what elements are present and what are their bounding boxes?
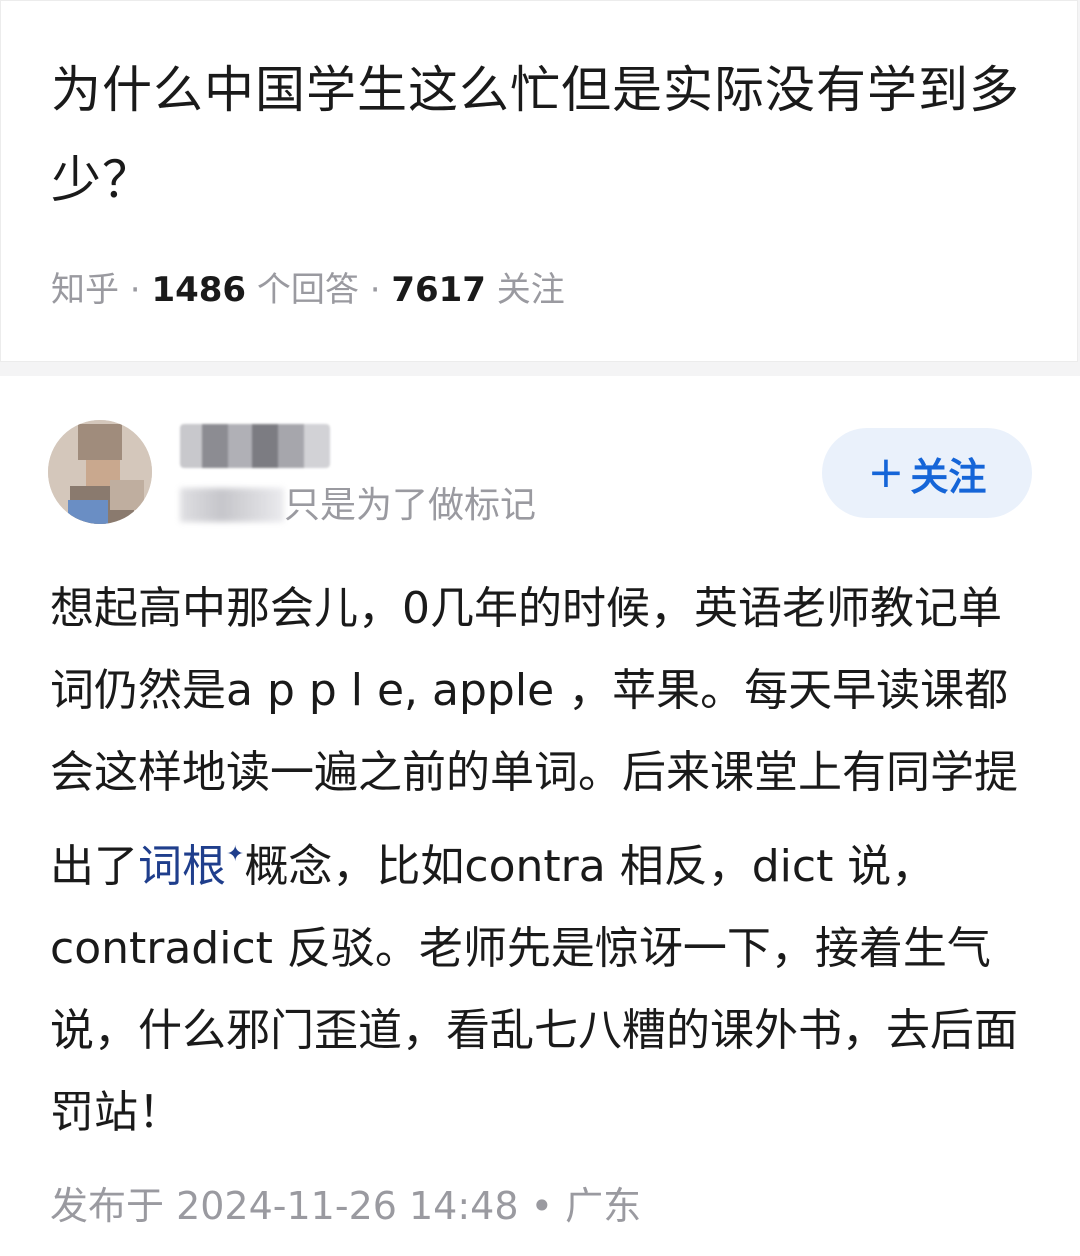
keyword-link-root[interactable]: 词根 [138,841,226,892]
source-label: 知乎 [51,270,119,310]
follower-count-label: 关注 [485,270,565,310]
question-title[interactable]: 为什么中国学生这么忙但是实际没有学到多少？ [51,45,1031,225]
meta-separator: · [358,270,392,310]
author-bio-redacted [180,488,284,522]
author-name[interactable] [180,424,330,468]
publish-info: 发布于 2024-11-26 14:48 • 广东 [50,1184,642,1228]
answer-count: 1486 [151,270,247,310]
follow-button[interactable]: + 关注 [822,428,1032,518]
zhihu-answer-page: 为什么中国学生这么忙但是实际没有学到多少？ 知乎 · 1486 个回答 · 76… [0,0,1080,1256]
follower-count: 7617 [391,270,486,310]
answer-body: 想起高中那会儿，0几年的时候，英语老师教记单词仍然是a p p l e, app… [50,568,1032,1154]
question-card[interactable]: 为什么中国学生这么忙但是实际没有学到多少？ 知乎 · 1486 个回答 · 76… [0,0,1078,362]
author-bio-text: 只是为了做标记 [284,485,537,526]
answer-count-label: 个回答 [246,270,359,310]
question-meta: 知乎 · 1486 个回答 · 7617 关注 [51,267,565,313]
meta-separator: · [119,270,152,310]
avatar[interactable] [48,420,152,524]
answer-card: 只是为了做标记 + 关注 想起高中那会儿，0几年的时候，英语老师教记单词仍然是a… [0,376,1080,1256]
plus-icon: + [867,447,905,498]
sparkle-icon: ✦ [226,842,245,867]
author-bio: 只是为了做标记 [180,482,536,530]
follow-button-label: 关注 [910,454,987,499]
